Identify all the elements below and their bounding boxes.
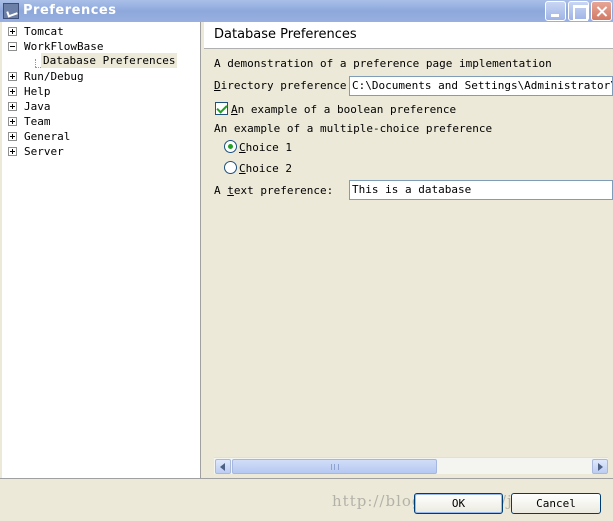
text-preference-label: A text preference: <box>214 184 333 197</box>
tree-item-label: Help <box>24 85 51 98</box>
title-bar[interactable]: Preferences <box>0 0 613 22</box>
tree-item-label: Database Preferences <box>43 54 176 67</box>
mnemonic-letter: t <box>227 184 234 197</box>
page-description: A demonstration of a preference page imp… <box>214 57 552 70</box>
tree-item-label: Run/Debug <box>24 70 84 83</box>
multiple-choice-label: An example of a multiple-choice preferen… <box>214 122 493 135</box>
divider <box>0 478 613 479</box>
scrollbar-thumb[interactable] <box>232 459 437 474</box>
horizontal-scrollbar[interactable] <box>214 457 608 474</box>
mnemonic-letter: A <box>231 103 238 116</box>
collapse-minus-icon[interactable] <box>8 42 17 51</box>
scroll-right-arrow-icon[interactable] <box>592 459 608 474</box>
tree-item-label: General <box>24 130 71 143</box>
choice-1-label[interactable]: Choice 1 <box>239 141 292 154</box>
page-header: Database Preferences <box>204 22 613 49</box>
cancel-button[interactable]: Cancel <box>511 493 601 514</box>
label-text: A <box>214 184 228 197</box>
expand-plus-icon[interactable] <box>8 132 17 141</box>
expand-plus-icon[interactable] <box>8 117 17 126</box>
page-title: Database Preferences <box>214 27 357 42</box>
preference-page-content: A demonstration of a preference page imp… <box>204 50 613 478</box>
window-title: Preferences <box>23 3 117 18</box>
choice-1-radio[interactable] <box>224 140 237 153</box>
boolean-label[interactable]: An example of a boolean preference <box>231 103 456 116</box>
label-text: hoice 1 <box>245 141 292 154</box>
minimize-button[interactable] <box>545 1 566 21</box>
choice-2-label[interactable]: Choice 2 <box>239 162 292 175</box>
preference-tree[interactable]: Tomcat WorkFlowBase Database Preferences… <box>2 22 201 478</box>
label-text: ext preference: <box>233 184 334 197</box>
expand-plus-icon[interactable] <box>8 72 17 81</box>
expand-plus-icon[interactable] <box>8 147 17 156</box>
text-preference-input[interactable]: This is a database <box>349 180 613 200</box>
expand-plus-icon[interactable] <box>8 27 17 36</box>
tree-item-database-preferences[interactable]: Database Preferences <box>41 53 178 68</box>
maximize-button[interactable] <box>568 1 589 21</box>
choice-2-radio[interactable] <box>224 161 237 174</box>
mnemonic-letter: C <box>239 162 246 175</box>
preferences-app-icon <box>3 3 19 19</box>
boolean-checkbox[interactable] <box>215 102 228 115</box>
tree-item-label: Java <box>24 100 51 113</box>
grip-icon <box>331 464 339 470</box>
directory-label: Directory preference: <box>214 79 353 92</box>
ok-button[interactable]: OK <box>414 493 503 514</box>
tree-item-label: Team <box>24 115 51 128</box>
directory-input[interactable]: C:\Documents and Settings\Administrator\… <box>349 76 613 96</box>
tree-item-label: WorkFlowBase <box>24 40 104 53</box>
mnemonic-letter: C <box>239 141 246 154</box>
close-button[interactable] <box>591 1 612 21</box>
label-text: hoice 2 <box>245 162 292 175</box>
expand-plus-icon[interactable] <box>8 102 17 111</box>
tree-item-label: Tomcat <box>24 25 64 38</box>
tree-item-label: Server <box>24 145 64 158</box>
label-text: irectory preference: <box>220 79 354 92</box>
expand-plus-icon[interactable] <box>8 87 17 96</box>
label-text: n example of a boolean preference <box>237 103 457 116</box>
tree-connector-line <box>35 59 36 67</box>
mnemonic-letter: D <box>214 79 221 92</box>
scroll-left-arrow-icon[interactable] <box>215 459 231 474</box>
